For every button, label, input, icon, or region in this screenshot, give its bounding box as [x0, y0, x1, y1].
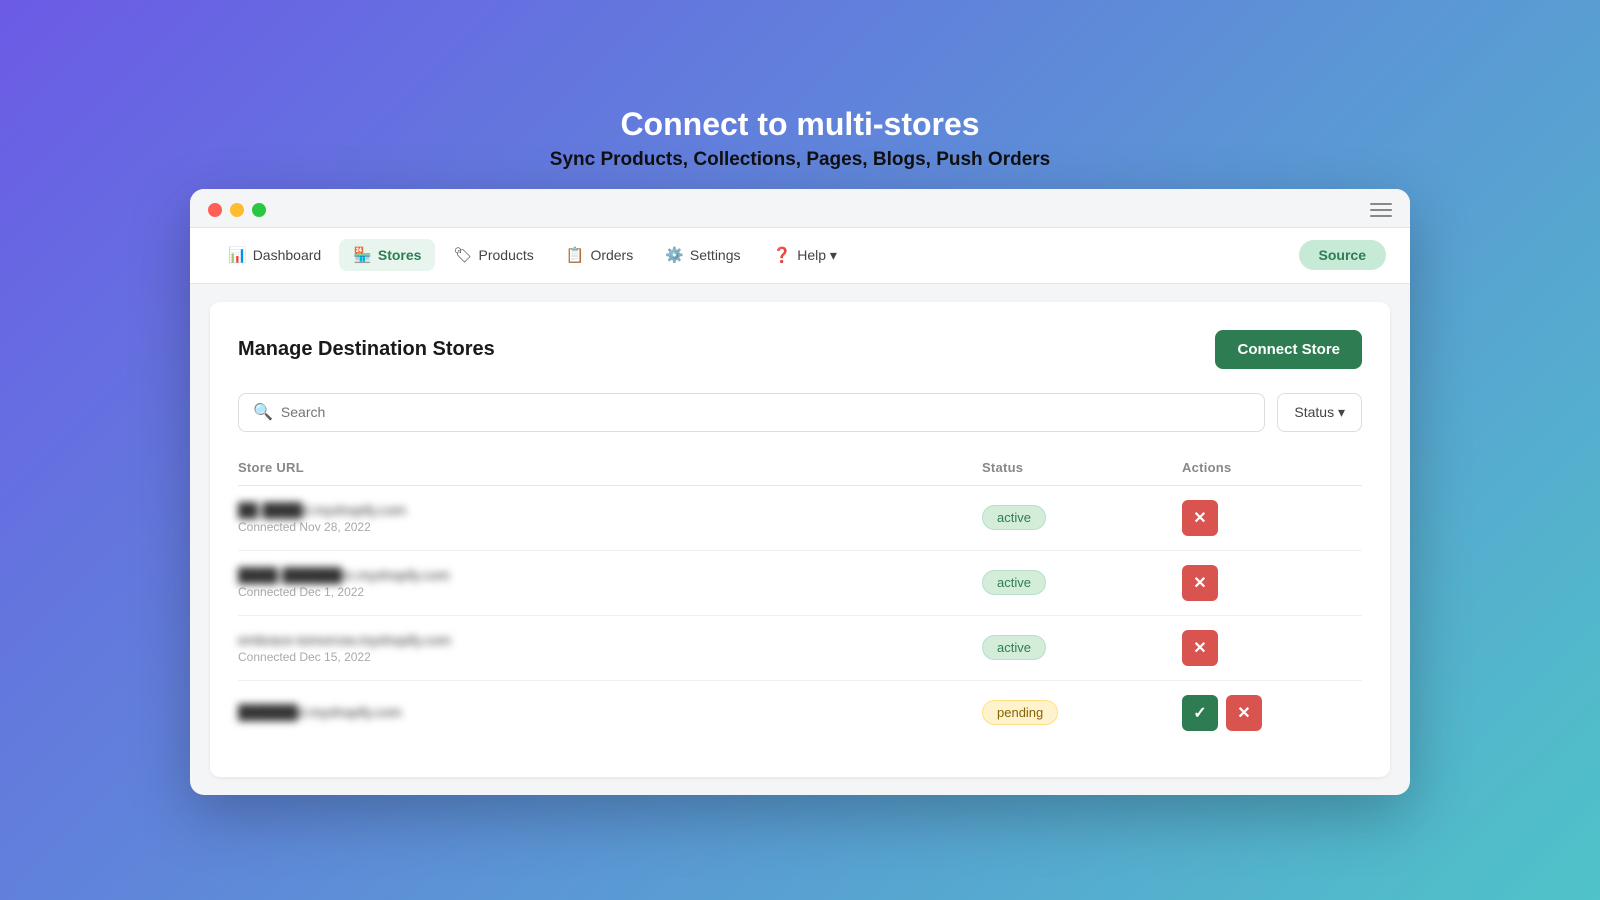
store-url: ██████d.myshopify.com	[238, 704, 982, 720]
status-cell: active	[982, 635, 1182, 660]
nav-label-products: Products	[479, 247, 534, 263]
search-input[interactable]	[281, 394, 1250, 430]
nav-item-stores[interactable]: 🏪 Stores	[339, 239, 435, 271]
status-badge: active	[982, 635, 1046, 660]
nav-item-products[interactable]: 🏷 Products	[439, 239, 547, 271]
status-badge: pending	[982, 700, 1058, 725]
app-window: 📊 Dashboard 🏪 Stores 🏷 Products 📋 Orders…	[190, 189, 1410, 795]
status-badge: active	[982, 505, 1046, 530]
source-button[interactable]: Source	[1299, 240, 1386, 270]
dashboard-icon: 📊	[228, 246, 247, 264]
table-row: embrace-tomorrow.myshopify.com Connected…	[238, 616, 1362, 681]
store-url: embrace-tomorrow.myshopify.com	[238, 632, 982, 648]
help-icon: ❓	[773, 246, 792, 264]
actions-cell: ✕	[1182, 630, 1362, 666]
store-url: ██-████d.myshopify.com	[238, 502, 982, 518]
store-url: ████-██████m.myshopify.com	[238, 567, 982, 583]
nav-item-settings[interactable]: ⚙️ Settings	[651, 239, 754, 271]
table-row: ██-████d.myshopify.com Connected Nov 28,…	[238, 486, 1362, 551]
nav-item-dashboard[interactable]: 📊 Dashboard	[214, 239, 335, 271]
connect-store-button[interactable]: Connect Store	[1215, 330, 1362, 369]
status-badge: active	[982, 570, 1046, 595]
col-actions: Actions	[1182, 460, 1362, 475]
table-header: Store URL Status Actions	[238, 452, 1362, 486]
actions-cell: ✓ ✕	[1182, 695, 1362, 731]
connected-date: Connected Nov 28, 2022	[238, 520, 982, 534]
store-info: embrace-tomorrow.myshopify.com Connected…	[238, 632, 982, 664]
nav-label-stores: Stores	[378, 247, 422, 263]
col-store-url: Store URL	[238, 460, 982, 475]
search-icon: 🔍	[253, 402, 273, 422]
nav-item-orders[interactable]: 📋 Orders	[552, 239, 647, 271]
search-bar-row: 🔍 Status ▾	[238, 393, 1362, 432]
traffic-lights	[208, 203, 266, 217]
content-header: Manage Destination Stores Connect Store	[238, 330, 1362, 369]
nav-label-orders: Orders	[590, 247, 633, 263]
delete-button[interactable]: ✕	[1226, 695, 1262, 731]
status-cell: active	[982, 505, 1182, 530]
connected-date: Connected Dec 15, 2022	[238, 650, 982, 664]
table-row: ██████d.myshopify.com pending ✓ ✕	[238, 681, 1362, 745]
nav-items: 📊 Dashboard 🏪 Stores 🏷 Products 📋 Orders…	[214, 239, 1299, 271]
actions-cell: ✕	[1182, 565, 1362, 601]
products-icon: 🏷	[453, 246, 472, 264]
search-wrapper: 🔍	[238, 393, 1265, 432]
navbar: 📊 Dashboard 🏪 Stores 🏷 Products 📋 Orders…	[190, 228, 1410, 284]
connected-date: Connected Dec 1, 2022	[238, 585, 982, 599]
page-title: Connect to multi-stores	[550, 106, 1050, 143]
stores-icon: 🏪	[353, 246, 372, 264]
delete-button[interactable]: ✕	[1182, 565, 1218, 601]
confirm-button[interactable]: ✓	[1182, 695, 1218, 731]
page-subtitle: Sync Products, Collections, Pages, Blogs…	[550, 149, 1050, 171]
content-title: Manage Destination Stores	[238, 338, 495, 361]
main-content: Manage Destination Stores Connect Store …	[210, 302, 1390, 777]
close-button[interactable]	[208, 203, 222, 217]
actions-cell: ✕	[1182, 500, 1362, 536]
nav-label-dashboard: Dashboard	[253, 247, 322, 263]
store-info: ██████d.myshopify.com	[238, 704, 982, 722]
nav-label-settings: Settings	[690, 247, 741, 263]
store-info: ██-████d.myshopify.com Connected Nov 28,…	[238, 502, 982, 534]
page-header: Connect to multi-stores Sync Products, C…	[550, 106, 1050, 171]
settings-icon: ⚙️	[665, 246, 684, 264]
status-cell: pending	[982, 700, 1182, 725]
stores-table: Store URL Status Actions ██-████d.myshop…	[238, 452, 1362, 745]
orders-icon: 📋	[566, 246, 585, 264]
maximize-button[interactable]	[252, 203, 266, 217]
status-filter-dropdown[interactable]: Status ▾	[1277, 393, 1362, 432]
store-info: ████-██████m.myshopify.com Connected Dec…	[238, 567, 982, 599]
nav-label-help: Help ▾	[797, 247, 837, 264]
minimize-button[interactable]	[230, 203, 244, 217]
window-titlebar	[190, 189, 1410, 228]
delete-button[interactable]: ✕	[1182, 500, 1218, 536]
nav-item-help[interactable]: ❓ Help ▾	[759, 239, 851, 271]
hamburger-menu-icon[interactable]	[1370, 203, 1392, 217]
col-status: Status	[982, 460, 1182, 475]
status-cell: active	[982, 570, 1182, 595]
delete-button[interactable]: ✕	[1182, 630, 1218, 666]
table-row: ████-██████m.myshopify.com Connected Dec…	[238, 551, 1362, 616]
